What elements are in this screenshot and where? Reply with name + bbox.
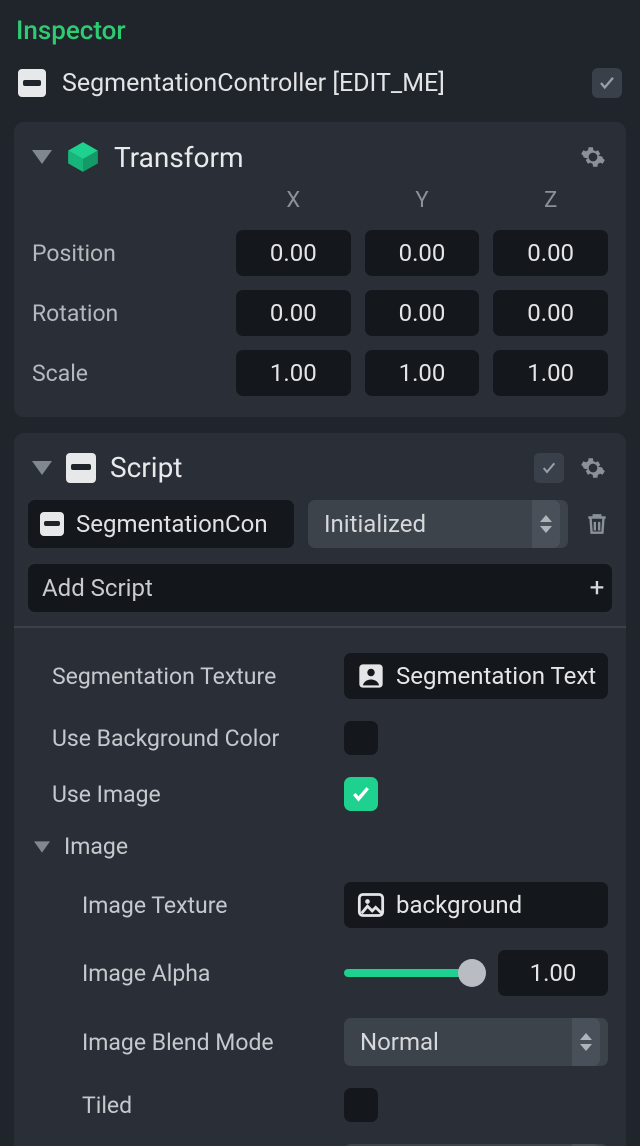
transform-title: Transform bbox=[114, 141, 564, 174]
scale-x-input[interactable]: 1.00 bbox=[236, 350, 351, 396]
file-icon bbox=[18, 69, 46, 97]
object-name[interactable]: SegmentationController [EDIT_ME] bbox=[62, 69, 576, 98]
rotation-y-input[interactable]: 0.00 bbox=[365, 290, 480, 336]
script-file-field[interactable]: SegmentationCon bbox=[28, 500, 294, 548]
axis-z-label: Z bbox=[493, 188, 608, 213]
segmentation-texture-value: Segmentation Text bbox=[396, 662, 596, 690]
rotation-label: Rotation bbox=[32, 300, 222, 327]
file-icon bbox=[40, 512, 64, 536]
script-file-name: SegmentationCon bbox=[76, 510, 268, 538]
tiled-label: Tiled bbox=[32, 1092, 332, 1119]
script-state-select[interactable]: Initialized bbox=[308, 500, 568, 548]
image-alpha-input[interactable]: 1.00 bbox=[498, 950, 608, 996]
divider bbox=[14, 626, 626, 628]
tiled-checkbox[interactable] bbox=[344, 1088, 378, 1122]
position-y-input[interactable]: 0.00 bbox=[365, 230, 480, 276]
image-blend-mode-select[interactable]: Normal bbox=[344, 1018, 608, 1066]
add-script-button[interactable]: Add Script + bbox=[28, 564, 612, 612]
collapse-icon bbox=[32, 150, 52, 164]
image-group-label: Image bbox=[32, 833, 608, 860]
transform-component: Transform X Y Z Position 0.00 0.00 0.00 … bbox=[14, 122, 626, 417]
image-texture-field[interactable]: background bbox=[344, 882, 608, 928]
stepper-arrows-icon bbox=[572, 1018, 600, 1066]
object-enabled-checkbox[interactable] bbox=[592, 68, 622, 98]
script-header[interactable]: Script bbox=[28, 445, 612, 496]
slider-thumb[interactable] bbox=[458, 959, 486, 987]
segmentation-texture-field[interactable]: Segmentation Text bbox=[344, 653, 608, 699]
image-alpha-label: Image Alpha bbox=[32, 960, 332, 987]
rotation-x-input[interactable]: 0.00 bbox=[236, 290, 351, 336]
image-texture-value: background bbox=[396, 891, 522, 919]
image-blend-mode-value: Normal bbox=[360, 1028, 439, 1056]
image-blend-mode-row: Image Blend Mode Normal bbox=[28, 1007, 612, 1077]
rotation-z-input[interactable]: 0.00 bbox=[493, 290, 608, 336]
plus-icon: + bbox=[582, 573, 612, 603]
use-background-color-checkbox[interactable] bbox=[344, 721, 378, 755]
use-background-color-label: Use Background Color bbox=[32, 725, 332, 752]
scale-row: Scale 1.00 1.00 1.00 bbox=[28, 343, 612, 403]
delete-script-button[interactable] bbox=[582, 509, 612, 539]
axis-y-label: Y bbox=[365, 188, 480, 213]
position-z-input[interactable]: 0.00 bbox=[493, 230, 608, 276]
image-icon bbox=[356, 890, 386, 920]
image-texture-row: Image Texture background bbox=[28, 871, 612, 939]
segmentation-texture-row: Segmentation Texture Segmentation Text bbox=[28, 642, 612, 710]
transform-header[interactable]: Transform bbox=[28, 134, 612, 186]
image-texture-label: Image Texture bbox=[32, 892, 332, 919]
inspector-panel: Inspector SegmentationController [EDIT_M… bbox=[0, 0, 640, 1146]
image-group-row[interactable]: Image bbox=[28, 822, 612, 871]
position-x-input[interactable]: 0.00 bbox=[236, 230, 351, 276]
position-label: Position bbox=[32, 240, 222, 267]
image-alpha-slider[interactable] bbox=[344, 969, 484, 977]
person-icon bbox=[356, 661, 386, 691]
object-header: SegmentationController [EDIT_ME] bbox=[10, 60, 630, 116]
use-image-label: Use Image bbox=[32, 781, 332, 808]
segmentation-texture-label: Segmentation Texture bbox=[32, 663, 332, 690]
use-background-color-row: Use Background Color bbox=[28, 710, 612, 766]
use-image-row: Use Image bbox=[28, 766, 612, 822]
fill-mode-row: Fill Mode Fill bbox=[28, 1133, 612, 1146]
tiled-row: Tiled bbox=[28, 1077, 612, 1133]
gear-icon[interactable] bbox=[578, 453, 608, 483]
collapse-icon bbox=[34, 841, 50, 852]
scale-z-input[interactable]: 1.00 bbox=[493, 350, 608, 396]
gear-icon[interactable] bbox=[578, 142, 608, 172]
image-alpha-row: Image Alpha 1.00 bbox=[28, 939, 612, 1007]
file-icon bbox=[66, 453, 96, 483]
scale-y-input[interactable]: 1.00 bbox=[365, 350, 480, 396]
scale-label: Scale bbox=[32, 360, 222, 387]
axis-headers: X Y Z bbox=[28, 186, 612, 223]
script-title: Script bbox=[110, 451, 520, 484]
script-state-value: Initialized bbox=[324, 510, 426, 538]
inspector-title: Inspector bbox=[10, 8, 630, 60]
stepper-arrows-icon bbox=[532, 500, 560, 548]
axis-x-label: X bbox=[236, 188, 351, 213]
use-image-checkbox[interactable] bbox=[344, 777, 378, 811]
add-script-label: Add Script bbox=[42, 574, 582, 602]
script-component: Script SegmentationCon Initialized Add S… bbox=[14, 433, 626, 1146]
script-file-row: SegmentationCon Initialized bbox=[28, 496, 612, 560]
script-enabled-checkbox[interactable] bbox=[534, 453, 564, 483]
collapse-icon bbox=[32, 461, 52, 475]
position-row: Position 0.00 0.00 0.00 bbox=[28, 223, 612, 283]
transform-icon bbox=[66, 140, 100, 174]
image-blend-mode-label: Image Blend Mode bbox=[32, 1029, 332, 1056]
rotation-row: Rotation 0.00 0.00 0.00 bbox=[28, 283, 612, 343]
